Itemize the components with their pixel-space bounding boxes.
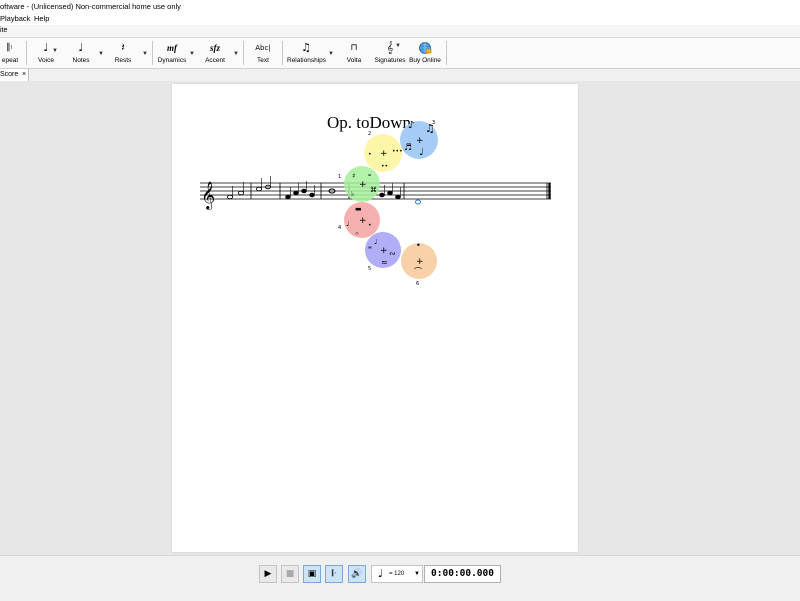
repeat-button[interactable]: 𝄆 epeat (0, 40, 20, 66)
main-toolbar: 𝄆 epeat ♩ Voice ▼ ♩ Notes ▼ 𝄽 Rests ▼ mf… (0, 38, 800, 69)
play-icon: ▶ (264, 569, 272, 579)
score-page[interactable] (172, 84, 578, 552)
signatures-dropdown-arrow[interactable]: ▼ (395, 43, 401, 49)
close-icon[interactable]: × (22, 69, 26, 81)
globe-cart-icon (409, 40, 441, 56)
play-button[interactable]: ▶ (259, 565, 277, 583)
relationships-label: Relationships (287, 57, 327, 64)
secondary-menu-row: ite (0, 25, 800, 38)
window-title: oftware - (Unlicensed) Non-commercial ho… (0, 2, 181, 11)
stop-button[interactable]: ■ (281, 565, 299, 583)
instrument-icon: ▣ (307, 569, 317, 579)
buy-online-label: Buy Online (409, 57, 441, 64)
toolbar-separator (282, 41, 283, 65)
menu-playback[interactable]: Playback (0, 13, 30, 25)
tab-score-label: Score (0, 71, 19, 78)
slur-notes-icon: ♫ (301, 41, 311, 54)
notes-dropdown-arrow[interactable]: ▼ (98, 51, 104, 57)
time-display: 0:00:00.000 (424, 565, 501, 583)
speaker-icon: 🔊 (351, 569, 363, 579)
notes-button[interactable]: ♩ Notes (68, 40, 94, 66)
toolbar-separator (243, 41, 244, 65)
voice-dropdown-arrow[interactable]: ▼ (52, 48, 58, 54)
tempo-control[interactable]: ♩ = 120 ▼ (371, 565, 423, 583)
signatures-label: Signatures (374, 57, 406, 64)
buy-online-button[interactable]: Buy Online (409, 40, 441, 66)
dynamics-label: Dynamics (157, 57, 187, 64)
toolbar-separator (446, 41, 447, 65)
tempo-dropdown-arrow[interactable]: ▼ (414, 566, 420, 582)
quarter-rest-icon: 𝄽 (121, 41, 125, 54)
score-title[interactable]: Op. toDown (327, 113, 411, 133)
menu-bar: Playback Help (0, 13, 800, 25)
repeat-barline-icon: 𝄆 (331, 569, 337, 579)
window-titlebar: oftware - (Unlicensed) Non-commercial ho… (0, 0, 800, 13)
dynamics-button[interactable]: mf Dynamics (157, 40, 187, 66)
accent-button[interactable]: sfz Accent (202, 40, 228, 66)
relationships-button[interactable]: ♫ Relationships (287, 40, 327, 66)
dynamics-dropdown-arrow[interactable]: ▼ (189, 51, 195, 57)
volta-label: Volta (346, 57, 362, 64)
repeat-label: epeat (1, 57, 19, 64)
rests-button[interactable]: 𝄽 Rests (110, 40, 136, 66)
accent-dropdown-arrow[interactable]: ▼ (233, 51, 239, 57)
repeat-toggle-button[interactable]: 𝄆 (325, 565, 343, 583)
signatures-button[interactable]: 𝄞 Signatures (373, 40, 407, 66)
text-button[interactable]: Abc| Text (251, 40, 275, 66)
toolbar-separator (26, 41, 27, 65)
instrument-view-button[interactable]: ▣ (303, 565, 321, 583)
notes-label: Notes (72, 57, 90, 64)
quarter-note-icon: ♩ (378, 567, 384, 580)
quarter-note-icon: ♩ (78, 41, 84, 54)
menu-help[interactable]: Help (34, 13, 49, 25)
stop-icon: ■ (285, 569, 295, 579)
rests-label: Rests (114, 57, 132, 64)
accent-label: Accent (205, 57, 225, 64)
metronome-toggle-button[interactable]: 🔊 (348, 565, 366, 583)
rests-dropdown-arrow[interactable]: ▼ (142, 51, 148, 57)
text-abc-icon: Abc| (255, 44, 271, 52)
tempo-value: = 120 (389, 571, 405, 577)
volta-button[interactable]: ⊓ Volta (342, 40, 366, 66)
treble-clef-icon: 𝄞 (386, 41, 394, 54)
text-label: Text (257, 57, 269, 64)
secondary-row-label[interactable]: ite (0, 27, 7, 34)
voice-label: Voice (38, 57, 54, 64)
accent-sfz-icon: sfz (209, 43, 220, 53)
volta-bracket-icon: ⊓ (350, 43, 358, 53)
toolbar-separator (152, 41, 153, 65)
document-tab-bar: Score × (0, 69, 800, 82)
relationships-dropdown-arrow[interactable]: ▼ (328, 51, 334, 57)
dynamics-mf-icon: mf (167, 43, 177, 53)
repeat-barline-icon: 𝄆 (7, 41, 13, 54)
